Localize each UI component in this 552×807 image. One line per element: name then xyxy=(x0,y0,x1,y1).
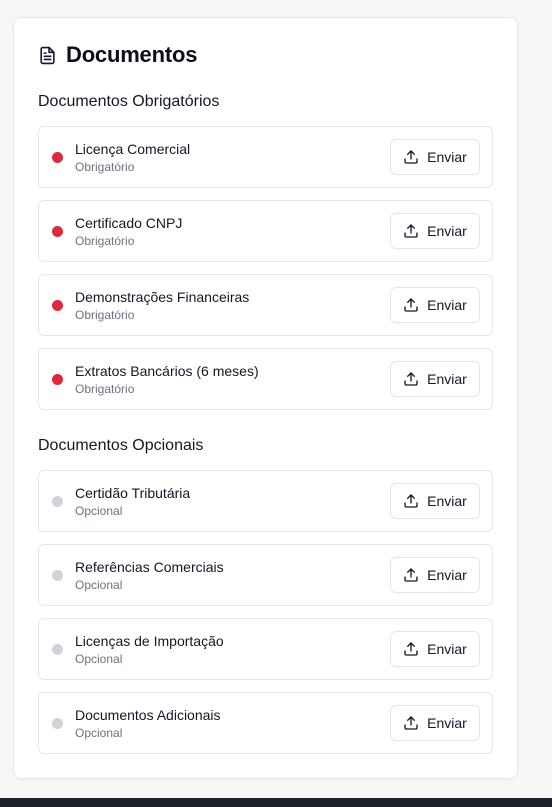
send-button[interactable]: Enviar xyxy=(390,557,480,593)
upload-icon xyxy=(404,224,418,238)
bottom-bar xyxy=(0,798,552,807)
required-status-dot xyxy=(52,152,63,163)
send-button[interactable]: Enviar xyxy=(390,361,480,397)
card-header: Documentos xyxy=(38,42,197,68)
optional-documents-list: Certidão Tributária Opcional Enviar Refe… xyxy=(38,470,493,766)
document-status: Obrigatório xyxy=(75,308,135,322)
document-status: Opcional xyxy=(75,504,123,518)
document-item-licenca-comercial: Licença Comercial Obrigatório Enviar xyxy=(38,126,493,188)
optional-status-dot xyxy=(52,496,63,507)
send-button-label: Enviar xyxy=(427,371,467,387)
document-status: Opcional xyxy=(75,652,123,666)
document-name: Referências Comerciais xyxy=(75,559,224,575)
send-button-label: Enviar xyxy=(427,641,467,657)
document-name: Extratos Bancários (6 meses) xyxy=(75,363,259,379)
optional-section-title: Documentos Opcionais xyxy=(38,437,204,454)
document-name: Certidão Tributária xyxy=(75,485,191,501)
upload-icon xyxy=(404,150,418,164)
document-item-certificado-cnpj: Certificado CNPJ Obrigatório Enviar xyxy=(38,200,493,262)
upload-icon xyxy=(404,494,418,508)
required-status-dot xyxy=(52,300,63,311)
upload-icon xyxy=(404,568,418,582)
send-button-label: Enviar xyxy=(427,567,467,583)
document-item-certidao-tributaria: Certidão Tributária Opcional Enviar xyxy=(38,470,493,532)
documents-card: Documentos Documentos Obrigatórios Licen… xyxy=(13,17,518,779)
document-status: Opcional xyxy=(75,578,123,592)
document-name: Licença Comercial xyxy=(75,141,191,157)
send-button-label: Enviar xyxy=(427,223,467,239)
document-status: Obrigatório xyxy=(75,160,135,174)
document-item-referencias-comerciais: Referências Comerciais Opcional Enviar xyxy=(38,544,493,606)
required-documents-list: Licença Comercial Obrigatório Enviar Cer… xyxy=(38,126,493,422)
send-button[interactable]: Enviar xyxy=(390,631,480,667)
document-item-demonstracoes-financeiras: Demonstrações Financeiras Obrigatório En… xyxy=(38,274,493,336)
document-item-extratos-bancarios: Extratos Bancários (6 meses) Obrigatório… xyxy=(38,348,493,410)
send-button-label: Enviar xyxy=(427,149,467,165)
upload-icon xyxy=(404,298,418,312)
upload-icon xyxy=(404,642,418,656)
document-name: Documentos Adicionais xyxy=(75,707,221,723)
upload-icon xyxy=(404,372,418,386)
document-status: Obrigatório xyxy=(75,382,135,396)
document-status: Opcional xyxy=(75,726,123,740)
send-button[interactable]: Enviar xyxy=(390,213,480,249)
send-button-label: Enviar xyxy=(427,493,467,509)
document-item-documentos-adicionais: Documentos Adicionais Opcional Enviar xyxy=(38,692,493,754)
optional-status-dot xyxy=(52,718,63,729)
send-button[interactable]: Enviar xyxy=(390,139,480,175)
required-section-title: Documentos Obrigatórios xyxy=(38,93,220,110)
send-button-label: Enviar xyxy=(427,297,467,313)
document-name: Certificado CNPJ xyxy=(75,215,183,231)
document-name: Demonstrações Financeiras xyxy=(75,289,250,305)
document-status: Obrigatório xyxy=(75,234,135,248)
send-button-label: Enviar xyxy=(427,715,467,731)
document-item-licencas-importacao: Licenças de Importação Opcional Enviar xyxy=(38,618,493,680)
send-button[interactable]: Enviar xyxy=(390,287,480,323)
card-title: Documentos xyxy=(66,42,198,67)
required-status-dot xyxy=(52,374,63,385)
file-text-icon xyxy=(40,46,55,64)
optional-status-dot xyxy=(52,570,63,581)
send-button[interactable]: Enviar xyxy=(390,705,480,741)
required-status-dot xyxy=(52,226,63,237)
upload-icon xyxy=(404,716,418,730)
document-name: Licenças de Importação xyxy=(75,633,224,649)
send-button[interactable]: Enviar xyxy=(390,483,480,519)
optional-status-dot xyxy=(52,644,63,655)
